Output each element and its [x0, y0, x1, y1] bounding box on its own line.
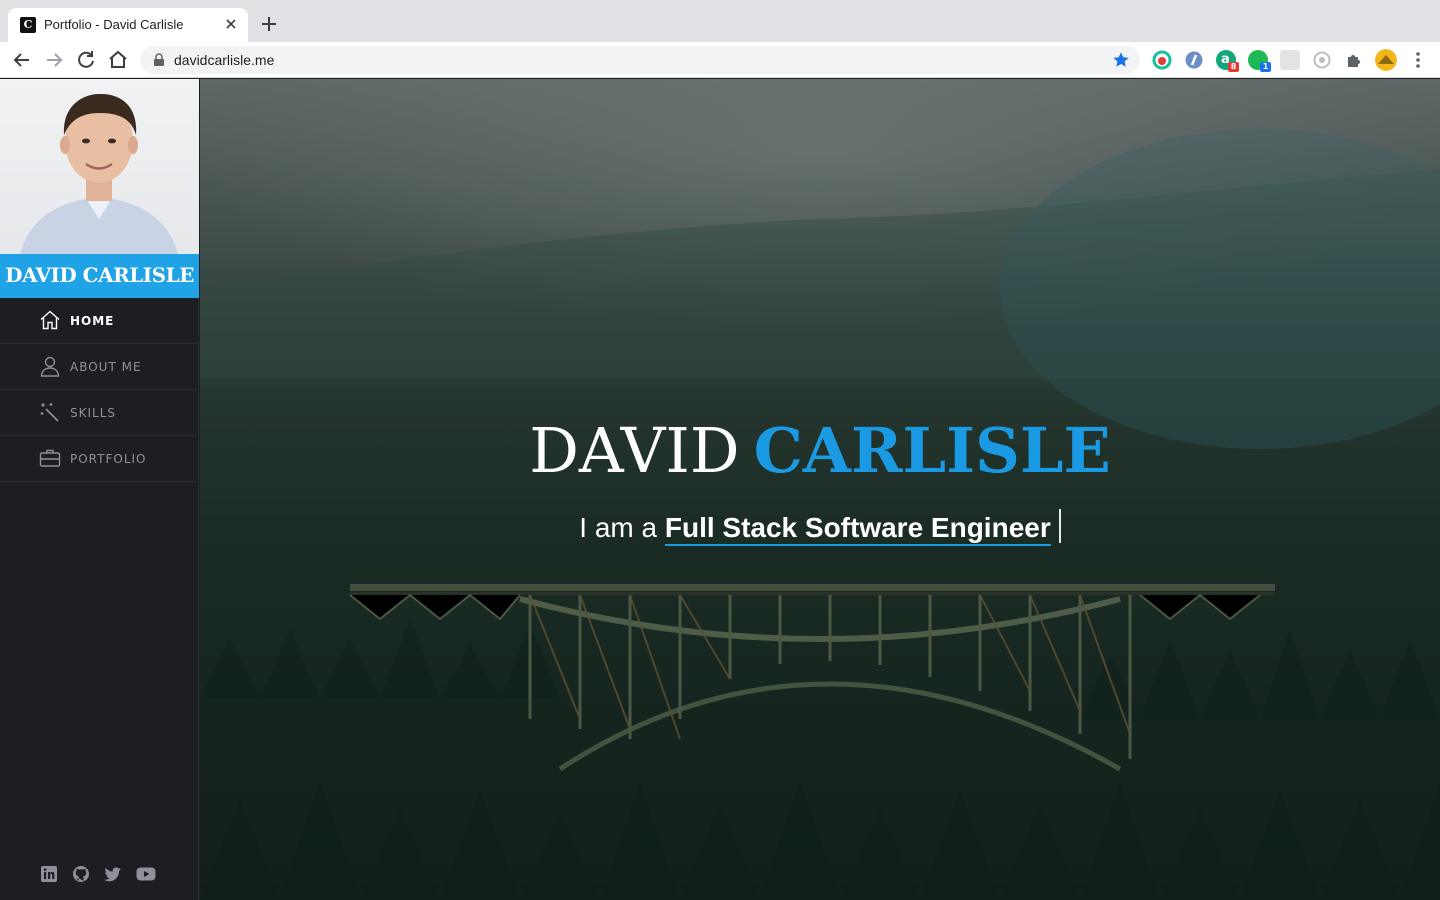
sidebar: DAVID CARLISLE HOME ABOUT ME SKILLS PORT…	[0, 79, 199, 900]
compass-icon[interactable]	[1184, 50, 1204, 70]
new-tab-icon[interactable]	[258, 13, 280, 35]
forward-icon[interactable]	[42, 48, 66, 72]
sidebar-item-label: SKILLS	[70, 406, 117, 420]
hero-tagline: I am a Full Stack Software Engineer	[200, 509, 1440, 546]
hero-first-name: DAVID	[529, 414, 740, 487]
linkedin-icon[interactable]	[40, 865, 58, 883]
gray-square-extension-icon[interactable]	[1280, 50, 1300, 70]
a-extension-icon[interactable]: a 8	[1216, 50, 1239, 72]
sidebar-menu: HOME ABOUT ME SKILLS PORTFOLIO	[0, 298, 199, 482]
sidebar-item-portfolio[interactable]: PORTFOLIO	[0, 436, 199, 482]
profile-photo	[0, 79, 199, 254]
hero-section: DAVID CARLISLE I am a Full Stack Software…	[200, 79, 1440, 900]
browser-toolbar: davidcarlisle.me a 8 1	[0, 42, 1440, 78]
forest-bridge-background	[200, 79, 1440, 900]
lock-icon	[154, 53, 164, 66]
back-icon[interactable]	[10, 48, 34, 72]
puzzle-icon[interactable]	[1344, 50, 1364, 70]
hero-role: Full Stack Software Engineer	[664, 512, 1051, 546]
briefcase-icon	[39, 449, 61, 467]
hero-intro: I am a	[579, 512, 658, 543]
home-icon	[40, 310, 60, 330]
github-icon[interactable]	[72, 865, 90, 883]
magic-wand-icon	[40, 403, 59, 422]
sidebar-item-label: PORTFOLIO	[70, 452, 147, 466]
sidebar-item-home[interactable]: HOME	[0, 298, 199, 344]
browser-tab-strip: C Portfolio - David Carlisle	[0, 0, 1440, 42]
home-browser-icon[interactable]	[106, 48, 130, 72]
sidebar-item-skills[interactable]: SKILLS	[0, 390, 199, 436]
gray-circle-extension-icon[interactable]	[1312, 50, 1332, 70]
youtube-icon[interactable]	[136, 865, 156, 883]
sidebar-item-label: HOME	[70, 314, 115, 328]
tab-title: Portfolio - David Carlisle	[44, 17, 184, 32]
site-favicon: C	[20, 17, 36, 33]
green-dot-extension-icon[interactable]: 1	[1248, 50, 1271, 72]
browser-tab[interactable]: C Portfolio - David Carlisle	[8, 8, 248, 42]
profile-avatar[interactable]	[1375, 49, 1397, 71]
hero-name: DAVID CARLISLE	[200, 414, 1440, 487]
grammarly-like-icon[interactable]	[1152, 50, 1172, 70]
reload-icon[interactable]	[74, 48, 98, 72]
sidebar-item-label: ABOUT ME	[70, 360, 142, 374]
sidebar-item-about[interactable]: ABOUT ME	[0, 344, 199, 390]
extension-badge: 1	[1260, 62, 1271, 72]
sidebar-name: DAVID CARLISLE	[5, 263, 194, 287]
extension-badge: 8	[1228, 62, 1239, 72]
name-banner: DAVID CARLISLE	[0, 254, 199, 298]
person-icon	[40, 356, 60, 377]
twitter-icon[interactable]	[104, 865, 122, 883]
kebab-menu-icon[interactable]	[1408, 50, 1428, 70]
url-text: davidcarlisle.me	[174, 52, 275, 68]
address-bar[interactable]: davidcarlisle.me	[140, 46, 1140, 74]
close-tab-icon[interactable]	[222, 15, 240, 33]
bookmark-star-icon[interactable]	[1112, 51, 1130, 69]
hero-last-name: CARLISLE	[753, 414, 1111, 487]
typing-cursor	[1058, 509, 1061, 543]
